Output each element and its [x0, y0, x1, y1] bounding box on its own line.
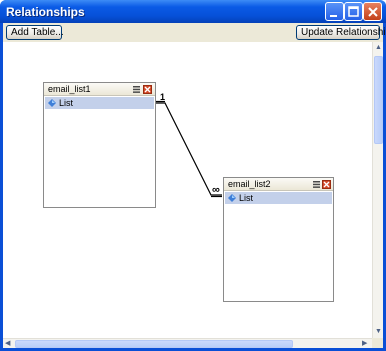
add-table-button[interactable]: Add Table... — [6, 25, 64, 40]
minimize-icon — [330, 15, 337, 17]
close-button[interactable] — [363, 2, 382, 21]
vertical-scroll-thumb[interactable] — [374, 56, 383, 144]
maximize-button[interactable] — [344, 2, 363, 21]
maximize-icon — [348, 6, 359, 17]
scrollbar-corner — [372, 338, 383, 348]
horizontal-scroll-thumb[interactable] — [15, 340, 293, 348]
scroll-up-icon[interactable]: ▲ — [375, 44, 382, 52]
cardinality-one: 1 — [160, 92, 165, 102]
window-client-area: Add Table... Update Relationships email_… — [3, 23, 386, 348]
window-title: Relationships — [6, 5, 85, 19]
vertical-scrollbar[interactable]: ▲ ▼ — [372, 42, 383, 338]
scroll-down-icon[interactable]: ▼ — [375, 328, 382, 336]
relationships-canvas[interactable]: email_list1 List email_list2 List 1 ∞ — [3, 42, 372, 338]
relationships-window: Relationships Add Table... Update Relati… — [0, 0, 386, 351]
scroll-right-icon[interactable]: ▶ — [362, 340, 367, 348]
title-bar[interactable]: Relationships — [0, 0, 386, 23]
relationship-line[interactable]: 1 ∞ — [3, 42, 372, 338]
scroll-left-icon[interactable]: ◀ — [5, 340, 10, 348]
toolbar: Add Table... Update Relationships — [3, 23, 386, 42]
minimize-button[interactable] — [325, 2, 344, 21]
close-icon — [368, 7, 378, 17]
horizontal-scrollbar[interactable]: ◀ ▶ — [3, 338, 372, 348]
update-relationships-button[interactable]: Update Relationships — [296, 25, 386, 40]
cardinality-many: ∞ — [212, 184, 220, 196]
